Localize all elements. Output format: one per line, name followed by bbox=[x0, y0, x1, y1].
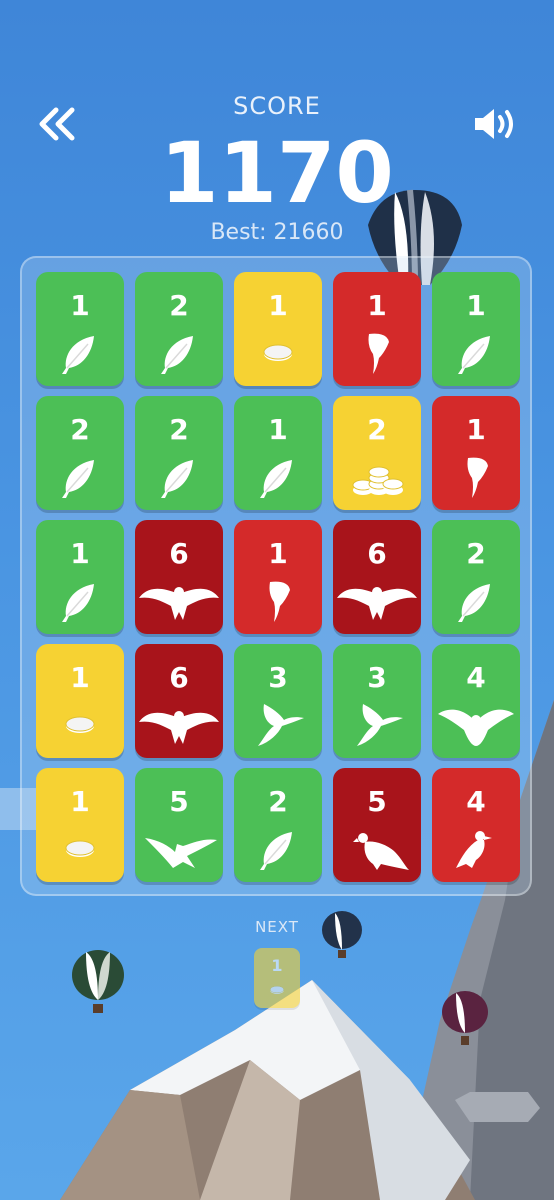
hummingbird-icon bbox=[258, 704, 304, 746]
tile[interactable]: 3 bbox=[234, 644, 322, 758]
coin-icon bbox=[65, 716, 95, 733]
tile[interactable]: 2 bbox=[333, 396, 421, 510]
coin-icon bbox=[270, 985, 284, 994]
tile[interactable]: 2 bbox=[135, 272, 223, 386]
tile[interactable]: 2 bbox=[135, 396, 223, 510]
tile[interactable]: 1 bbox=[432, 396, 520, 510]
tile[interactable]: 1 bbox=[36, 520, 124, 634]
next-tile-value: 1 bbox=[271, 956, 283, 975]
tile-value: 1 bbox=[268, 413, 288, 446]
tile-value: 6 bbox=[169, 537, 189, 570]
hummingbird-icon bbox=[357, 704, 403, 746]
tile-value: 1 bbox=[367, 289, 387, 322]
coin-icon bbox=[65, 840, 95, 857]
eagle-icon bbox=[139, 711, 219, 744]
tile-value: 1 bbox=[268, 289, 288, 322]
tile[interactable]: 1 bbox=[36, 644, 124, 758]
tile[interactable]: 1 bbox=[333, 272, 421, 386]
feather-icon bbox=[62, 336, 94, 374]
tile[interactable]: 3 bbox=[333, 644, 421, 758]
coin-icon bbox=[263, 344, 293, 361]
tile-value: 3 bbox=[367, 661, 387, 694]
feather-icon bbox=[458, 584, 490, 622]
feather-icon bbox=[62, 460, 94, 498]
tile-value: 1 bbox=[268, 537, 288, 570]
score-value: 1170 bbox=[160, 124, 394, 222]
tile[interactable]: 5 bbox=[135, 768, 223, 882]
tile-value: 4 bbox=[466, 785, 486, 818]
crow-icon bbox=[456, 831, 492, 868]
tile-value: 1 bbox=[70, 785, 90, 818]
eagle-icon bbox=[337, 587, 417, 620]
tile-value: 2 bbox=[169, 413, 189, 446]
tile-value: 1 bbox=[70, 289, 90, 322]
eagle-icon bbox=[139, 587, 219, 620]
best-score: Best: 21660 bbox=[210, 220, 344, 245]
tile[interactable]: 1 bbox=[234, 396, 322, 510]
tile-value: 6 bbox=[169, 661, 189, 694]
tile[interactable]: 1 bbox=[36, 768, 124, 882]
tile[interactable]: 6 bbox=[135, 644, 223, 758]
coin-stack-icon bbox=[352, 466, 404, 495]
tile-value: 2 bbox=[466, 537, 486, 570]
tile-value: 4 bbox=[466, 661, 486, 694]
next-label: NEXT bbox=[255, 918, 299, 936]
tile-value: 1 bbox=[466, 289, 486, 322]
claw-icon bbox=[368, 333, 389, 374]
feather-icon bbox=[260, 832, 292, 870]
soaring-bird-icon bbox=[145, 838, 217, 868]
tile[interactable]: 2 bbox=[432, 520, 520, 634]
feather-icon bbox=[458, 336, 490, 374]
claw-icon bbox=[269, 581, 290, 622]
vulture-icon bbox=[353, 833, 409, 870]
tile[interactable]: 1 bbox=[234, 272, 322, 386]
feather-icon bbox=[161, 336, 193, 374]
tile[interactable]: 6 bbox=[135, 520, 223, 634]
tile-value: 3 bbox=[268, 661, 288, 694]
tile-value: 2 bbox=[268, 785, 288, 818]
next-tile: 1 bbox=[254, 948, 300, 1008]
tile[interactable]: 2 bbox=[36, 396, 124, 510]
tile[interactable]: 1 bbox=[234, 520, 322, 634]
tile[interactable]: 2 bbox=[234, 768, 322, 882]
feather-icon bbox=[161, 460, 193, 498]
tile[interactable]: 4 bbox=[432, 768, 520, 882]
tile-value: 1 bbox=[466, 413, 486, 446]
game-board: 1 2 1 1 1 2 2 1 2 1 1 6 1 6 2 1 6 3 3 4 1 … bbox=[20, 256, 532, 896]
tile[interactable]: 4 bbox=[432, 644, 520, 758]
tile[interactable]: 1 bbox=[432, 272, 520, 386]
tile-value: 2 bbox=[70, 413, 90, 446]
tile-value: 6 bbox=[367, 537, 387, 570]
feather-icon bbox=[260, 460, 292, 498]
claw-icon bbox=[467, 457, 488, 498]
tile-value: 2 bbox=[169, 289, 189, 322]
tile-value: 2 bbox=[367, 413, 387, 446]
feather-icon bbox=[62, 584, 94, 622]
balloon-decoration bbox=[72, 950, 124, 1013]
dove-icon bbox=[438, 709, 514, 746]
tile[interactable]: 6 bbox=[333, 520, 421, 634]
score-label: SCORE bbox=[233, 92, 321, 120]
tile-value: 1 bbox=[70, 661, 90, 694]
tile-value: 1 bbox=[70, 537, 90, 570]
tile[interactable]: 5 bbox=[333, 768, 421, 882]
tile[interactable]: 1 bbox=[36, 272, 124, 386]
tile-value: 5 bbox=[169, 785, 189, 818]
tile-value: 5 bbox=[367, 785, 387, 818]
